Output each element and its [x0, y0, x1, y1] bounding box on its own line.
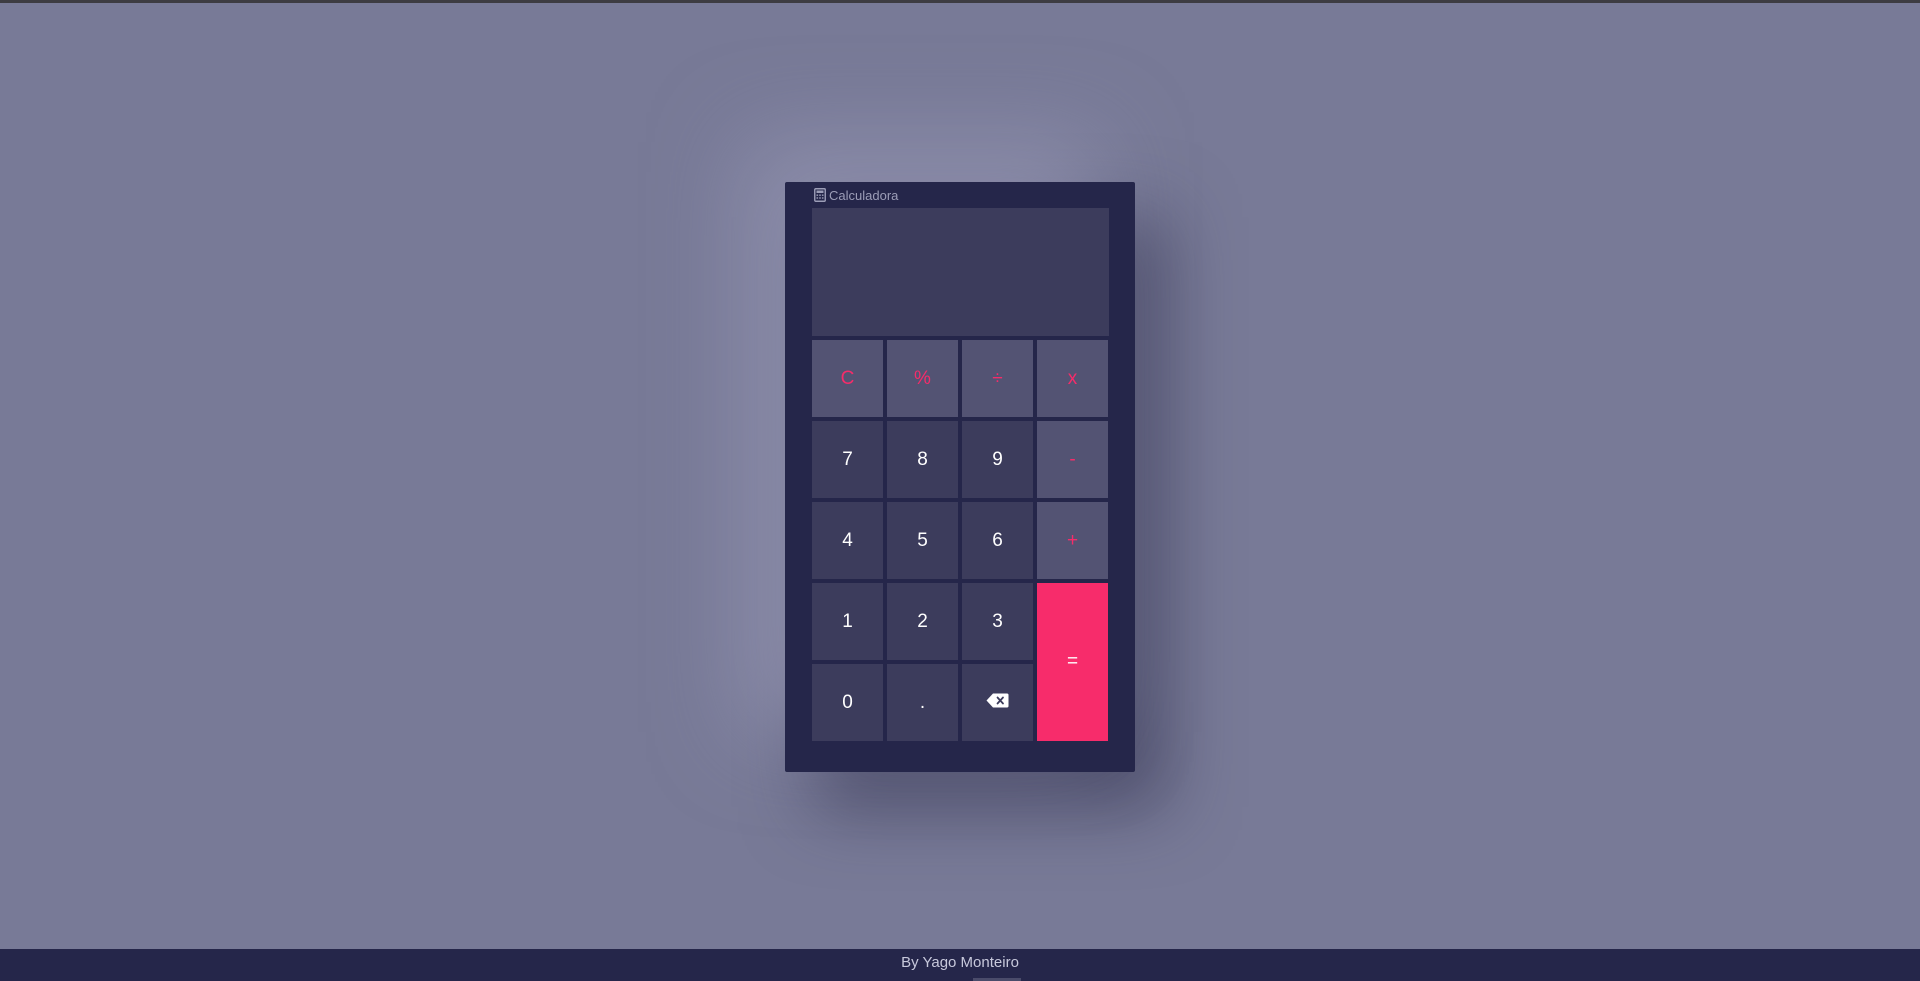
digit-6-button[interactable]: 6: [962, 502, 1033, 579]
digit-1-button[interactable]: 1: [812, 583, 883, 660]
keypad: C % ÷ x 7 8 9 - 4 5 6 + 1 2 3 = 0 .: [812, 340, 1109, 741]
footer: By Yago Monteiro: [0, 949, 1920, 981]
calculator-title: Calculadora: [814, 187, 898, 203]
digit-2-button[interactable]: 2: [887, 583, 958, 660]
equals-button[interactable]: =: [1037, 583, 1108, 741]
digit-0-button[interactable]: 0: [812, 664, 883, 741]
clear-button[interactable]: C: [812, 340, 883, 417]
calculator-icon: [814, 188, 826, 202]
digit-7-button[interactable]: 7: [812, 421, 883, 498]
backspace-button[interactable]: [962, 664, 1033, 741]
digit-3-button[interactable]: 3: [962, 583, 1033, 660]
calculator-panel: Calculadora C % ÷ x 7 8 9 - 4 5 6 + 1 2 …: [785, 182, 1135, 772]
digit-9-button[interactable]: 9: [962, 421, 1033, 498]
digit-5-button[interactable]: 5: [887, 502, 958, 579]
calculator-display: [812, 208, 1109, 336]
footer-credit: By Yago Monteiro: [901, 954, 1019, 971]
digit-8-button[interactable]: 8: [887, 421, 958, 498]
decimal-point-button[interactable]: .: [887, 664, 958, 741]
backspace-icon: [986, 692, 1009, 714]
divide-button[interactable]: ÷: [962, 340, 1033, 417]
plus-button[interactable]: +: [1037, 502, 1108, 579]
percent-button[interactable]: %: [887, 340, 958, 417]
calculator-title-label: Calculadora: [829, 187, 899, 203]
minus-button[interactable]: -: [1037, 421, 1108, 498]
multiply-button[interactable]: x: [1037, 340, 1108, 417]
top-strip: [0, 0, 1920, 3]
digit-4-button[interactable]: 4: [812, 502, 883, 579]
